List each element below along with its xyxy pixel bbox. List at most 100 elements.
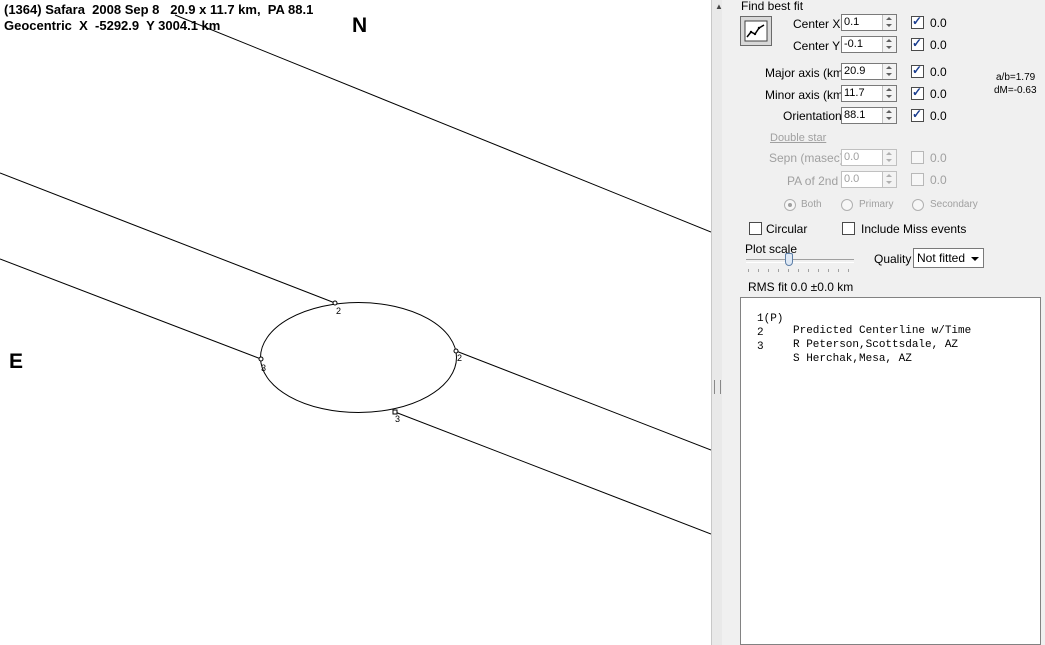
radio-both[interactable] [784,199,796,211]
observer-list[interactable]: 1(P) Predicted Centerline w/Time 2 R Pet… [740,297,1041,645]
orientation-delta: 0.0 [930,109,947,123]
predicted-centerline [174,14,711,233]
quality-dropdown[interactable]: Not fitted [913,248,984,268]
radio-secondary[interactable] [912,199,924,211]
grip-icon[interactable] [714,380,721,394]
spin-down-icon [886,24,892,27]
stepper-buttons[interactable] [882,37,896,52]
fit-control-panel: Find best fit Center X 0.1 0.0 Center Y … [722,0,1045,645]
separation-delta: 0.0 [930,151,947,165]
radio-both-label: Both [801,199,822,210]
center-y-fit-checkbox[interactable] [911,36,924,51]
spin-up-icon [886,39,892,42]
spin-up-icon [886,110,892,113]
quality-value: Not fitted [917,251,966,265]
quality-label: Quality [874,252,912,266]
minor-axis-value: 11.7 [844,87,865,99]
orientation-label: Orientation [783,109,842,123]
east-label: E [9,350,24,373]
center-y-label: Center Y [793,39,841,53]
minor-axis-delta: 0.0 [930,87,947,101]
spin-down-icon [886,95,892,98]
separation-stepper[interactable]: 0.0 [841,149,897,166]
major-axis-delta: 0.0 [930,65,947,79]
center-x-value: 0.1 [844,16,860,28]
chord-3-east [394,411,711,535]
plot-scale-slider[interactable] [746,259,854,263]
chevron-down-icon [971,257,979,261]
radio-primary-label: Primary [859,199,894,210]
observer-name: Predicted Centerline w/Time [793,325,972,337]
minor-axis-label: Minor axis (km) [765,88,848,102]
center-x-fit-checkbox[interactable] [911,14,924,29]
spin-down-icon [886,117,892,120]
north-label: N [352,14,368,37]
center-y-delta: 0.0 [930,38,947,52]
spin-up-icon [886,66,892,69]
double-star-heading: Double star [770,132,827,144]
spin-up-icon [886,88,892,91]
chord-label: 2 [336,306,341,316]
spin-up-icon [886,174,892,177]
event-marker [332,300,338,306]
delta-magnitude: dM=-0.63 [994,85,1037,96]
axis-ratio: a/b=1.79 [996,72,1036,83]
separation-label: Sepn (masec) [769,151,844,165]
plot-scale-thumb[interactable] [785,253,794,266]
observer-name: R Peterson,Scottsdale, AZ [793,339,959,351]
circular-checkbox[interactable] [749,222,762,235]
fit-chart-icon [744,20,768,42]
observer-name: S Herchak,Mesa, AZ [793,353,912,365]
chord-label: 2 [457,353,462,363]
center-y-stepper[interactable]: -0.1 [841,36,897,53]
spin-up-icon [886,17,892,20]
major-axis-stepper[interactable]: 20.9 [841,63,897,80]
event-marker [258,356,264,362]
major-axis-label: Major axis (km) [765,66,848,80]
spin-down-icon [886,46,892,49]
plot-title: (1364) Safara 2008 Sep 8 20.9 x 11.7 km,… [4,2,314,17]
pa-second-value: 0.0 [844,173,860,185]
plot-canvas: 2 2 3 3 [0,14,711,535]
orientation-fit-checkbox[interactable] [911,107,924,122]
include-miss-label: Include Miss events [861,222,967,236]
find-best-fit-heading: Find best fit [741,0,804,13]
pa-second-delta: 0.0 [930,173,947,187]
chord-label: 3 [395,414,400,424]
separation-fit-checkbox[interactable] [911,151,924,164]
stepper-buttons[interactable] [882,150,896,165]
separation-value: 0.0 [844,151,860,163]
fitted-ellipse [260,302,457,413]
radio-secondary-label: Secondary [930,199,978,210]
chord-2-west [0,172,336,304]
stepper-buttons[interactable] [882,86,896,101]
minor-axis-fit-checkbox[interactable] [911,85,924,100]
pa-second-stepper[interactable]: 0.0 [841,171,897,188]
spin-down-icon [886,159,892,162]
stepper-buttons[interactable] [882,15,896,30]
rms-fit-text: RMS fit 0.0 ±0.0 km [748,280,854,294]
find-best-fit-button[interactable] [740,16,772,46]
stepper-buttons[interactable] [882,172,896,187]
center-x-stepper[interactable]: 0.1 [841,14,897,31]
center-y-value: -0.1 [844,38,863,50]
major-axis-fit-checkbox[interactable] [911,63,924,78]
minor-axis-stepper[interactable]: 11.7 [841,85,897,102]
spin-down-icon [886,73,892,76]
chord-2-east [455,350,711,451]
stepper-buttons[interactable] [882,64,896,79]
pa-second-fit-checkbox[interactable] [911,173,924,186]
center-x-label: Center X [793,17,841,31]
observer-number: 3 [757,341,764,353]
major-axis-value: 20.9 [844,65,866,77]
spin-down-icon [886,181,892,184]
orientation-stepper[interactable]: 88.1 [841,107,897,124]
radio-primary[interactable] [841,199,853,211]
center-x-delta: 0.0 [930,16,947,30]
include-miss-checkbox[interactable] [842,222,855,235]
geocentric-coordinates: Geocentric X -5292.9 Y 3004.1 km [4,18,221,33]
occultation-plot[interactable]: 2 2 3 3 (1364) Safara 2008 Sep 8 20.9 x … [0,0,711,645]
list-item[interactable]: 3 S Herchak,Mesa, AZ [741,329,912,377]
panel-splitter[interactable]: ▲ [711,0,723,645]
stepper-buttons[interactable] [882,108,896,123]
